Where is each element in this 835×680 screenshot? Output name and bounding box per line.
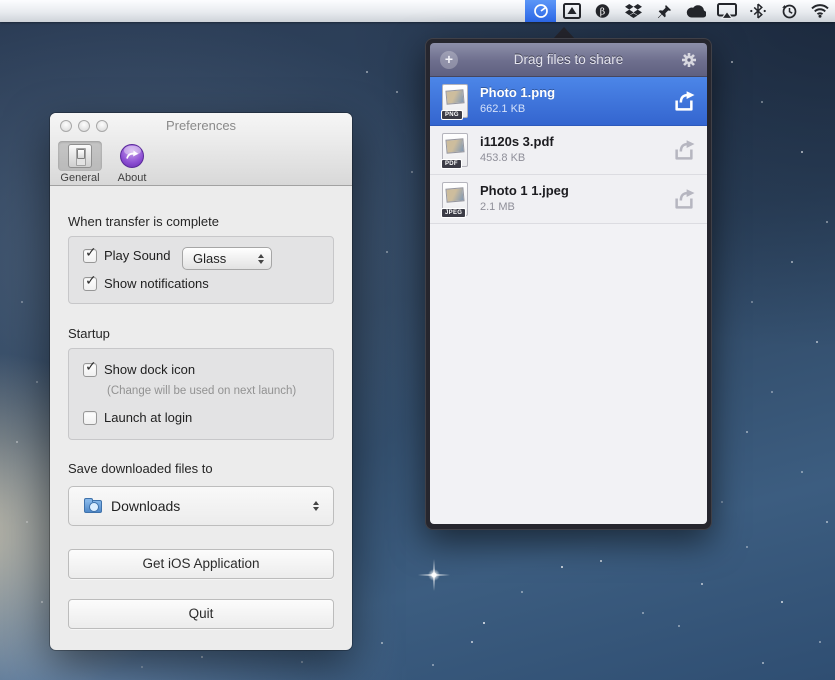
check-icon: ✓ [85, 358, 97, 375]
share-icon[interactable] [672, 91, 696, 112]
switch-icon [68, 144, 92, 168]
play-sound-checkbox[interactable]: ✓ [83, 249, 97, 263]
save-folder-value: Downloads [111, 487, 180, 525]
preferences-toolbar: General About [50, 139, 352, 186]
file-name: Photo 1 1.jpeg [480, 183, 569, 198]
droplr-app-icon[interactable] [525, 0, 556, 22]
file-type-badge: PNG [441, 110, 463, 120]
dock-icon-note: (Change will be used on next launch) [107, 385, 296, 397]
share-icon[interactable] [672, 189, 696, 210]
popover-header: + Drag files to share [430, 43, 707, 77]
check-icon: ✓ [85, 272, 97, 289]
preferences-window: Preferences General About When transfer … [50, 113, 352, 650]
wifi-icon[interactable] [804, 0, 835, 22]
file-row-photo-1-1-jpeg[interactable]: JPEG Photo 1 1.jpeg 2.1 MB [430, 175, 707, 224]
upload-box-icon[interactable] [556, 0, 587, 22]
file-name: i1120s 3.pdf [480, 134, 554, 149]
popover-title: Drag files to share [430, 43, 707, 77]
title-bar[interactable]: Preferences [50, 113, 352, 139]
file-row-photo-1-png[interactable]: PNG Photo 1.png 662.1 KB [430, 77, 707, 126]
show-dock-icon-checkbox[interactable]: ✓ [83, 363, 97, 377]
png-file-icon: PNG [441, 83, 469, 120]
dropbox-icon[interactable] [618, 0, 649, 22]
popover-panel: + Drag files to share PNG Photo 1.png 66… [425, 38, 712, 530]
updown-arrows-icon [313, 501, 319, 511]
file-row-i1120s-3-pdf[interactable]: PDF i1120s 3.pdf 453.8 KB [430, 126, 707, 175]
startup-group-box: ✓ Show dock icon (Change will be used on… [68, 348, 334, 440]
file-name: Photo 1.png [480, 85, 555, 100]
tab-about[interactable]: About [108, 141, 156, 184]
file-size: 2.1 MB [480, 201, 515, 213]
zoom-button[interactable] [96, 120, 108, 132]
updown-arrows-icon [258, 254, 264, 264]
pdf-file-icon: PDF [441, 132, 469, 169]
quit-button[interactable]: Quit [68, 599, 334, 629]
transfer-group-box: ✓ Play Sound Glass ✓ Show notifications [68, 236, 334, 304]
settings-gear-icon[interactable] [681, 52, 697, 68]
pin-icon[interactable] [649, 0, 680, 22]
cloud-icon[interactable] [680, 0, 711, 22]
svg-text:β: β [600, 6, 606, 17]
share-popover: + Drag files to share PNG Photo 1.png 66… [425, 27, 712, 530]
file-list: PNG Photo 1.png 662.1 KB PDF i1120s 3.pd… [430, 77, 707, 524]
file-type-badge: PDF [441, 159, 462, 169]
bright-star [428, 569, 440, 581]
downloads-folder-icon [84, 500, 102, 513]
tab-general-label: General [56, 172, 104, 184]
beta-icon[interactable]: β [587, 0, 618, 22]
show-notifications-label: Show notifications [104, 276, 209, 291]
launch-at-login-checkbox[interactable]: ✓ [83, 411, 97, 425]
startup-section-heading: Startup [68, 326, 110, 341]
airplay-icon[interactable] [711, 0, 742, 22]
show-notifications-checkbox[interactable]: ✓ [83, 277, 97, 291]
play-sound-label: Play Sound [104, 248, 171, 263]
close-button[interactable] [60, 120, 72, 132]
check-icon: ✓ [85, 244, 97, 261]
get-ios-application-button[interactable]: Get iOS Application [68, 549, 334, 579]
transfer-section-heading: When transfer is complete [68, 214, 219, 229]
save-folder-select[interactable]: Downloads [68, 486, 334, 526]
minimize-button[interactable] [78, 120, 90, 132]
show-dock-icon-label: Show dock icon [104, 362, 195, 377]
file-type-badge: JPEG [441, 208, 466, 218]
menu-bar-status-icons: β [525, 0, 835, 22]
time-machine-icon[interactable] [773, 0, 804, 22]
sound-select-value: Glass [193, 248, 226, 269]
bluetooth-icon[interactable] [742, 0, 773, 22]
save-section-heading: Save downloaded files to [68, 461, 213, 476]
file-size: 453.8 KB [480, 152, 525, 164]
jpeg-file-icon: JPEG [441, 181, 469, 218]
tab-general[interactable]: General [56, 141, 104, 184]
sound-select[interactable]: Glass [182, 247, 272, 270]
add-file-button[interactable]: + [440, 51, 458, 69]
share-icon[interactable] [672, 140, 696, 161]
tab-about-label: About [108, 172, 156, 184]
about-app-icon [120, 144, 144, 168]
file-size: 662.1 KB [480, 103, 525, 115]
menu-bar: β [0, 0, 835, 22]
launch-at-login-label: Launch at login [104, 410, 192, 425]
